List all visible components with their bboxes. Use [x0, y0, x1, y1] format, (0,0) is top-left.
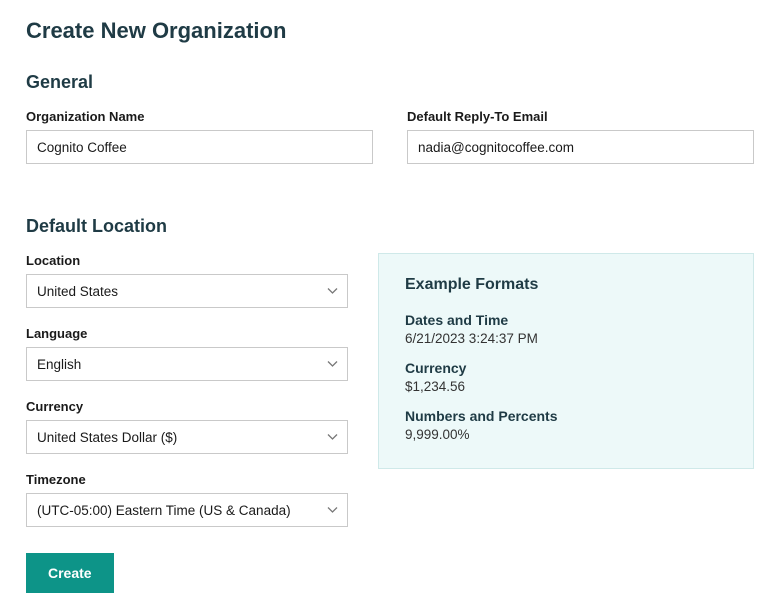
example-numbers-label: Numbers and Percents [405, 408, 727, 424]
default-location-section: Default Location Location United States … [26, 216, 754, 593]
reply-to-field: Default Reply-To Email [407, 109, 754, 164]
currency-label: Currency [26, 399, 348, 414]
example-currency-label: Currency [405, 360, 727, 376]
org-name-field: Organization Name [26, 109, 373, 164]
default-location-heading: Default Location [26, 216, 754, 237]
language-label: Language [26, 326, 348, 341]
timezone-label: Timezone [26, 472, 348, 487]
example-dates-block: Dates and Time 6/21/2023 3:24:37 PM [405, 312, 727, 346]
location-label: Location [26, 253, 348, 268]
location-select[interactable]: United States [26, 274, 348, 308]
org-name-input[interactable] [26, 130, 373, 164]
create-button[interactable]: Create [26, 553, 114, 593]
general-section: General Organization Name Default Reply-… [26, 72, 754, 182]
org-name-label: Organization Name [26, 109, 373, 124]
language-field: Language English [26, 326, 348, 381]
example-currency-value: $1,234.56 [405, 379, 727, 394]
example-formats-panel: Example Formats Dates and Time 6/21/2023… [378, 253, 754, 469]
example-dates-label: Dates and Time [405, 312, 727, 328]
example-currency-block: Currency $1,234.56 [405, 360, 727, 394]
location-fields-column: Location United States Language English [26, 253, 348, 593]
page-title: Create New Organization [26, 18, 754, 44]
general-heading: General [26, 72, 754, 93]
currency-field: Currency United States Dollar ($) [26, 399, 348, 454]
example-dates-value: 6/21/2023 3:24:37 PM [405, 331, 727, 346]
language-select[interactable]: English [26, 347, 348, 381]
timezone-select[interactable]: (UTC-05:00) Eastern Time (US & Canada) [26, 493, 348, 527]
currency-select[interactable]: United States Dollar ($) [26, 420, 348, 454]
reply-to-input[interactable] [407, 130, 754, 164]
example-numbers-block: Numbers and Percents 9,999.00% [405, 408, 727, 442]
example-formats-heading: Example Formats [405, 276, 727, 294]
location-field: Location United States [26, 253, 348, 308]
example-numbers-value: 9,999.00% [405, 427, 727, 442]
reply-to-label: Default Reply-To Email [407, 109, 754, 124]
timezone-field: Timezone (UTC-05:00) Eastern Time (US & … [26, 472, 348, 527]
